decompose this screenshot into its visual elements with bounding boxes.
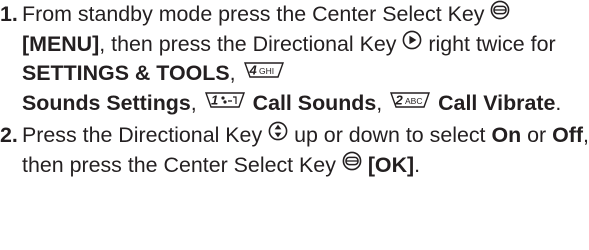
step-2: 2. Press the Directional Key up or down …	[0, 121, 589, 180]
step-text: From standby mode press the Center Selec…	[22, 2, 485, 26]
svg-text:ABC: ABC	[405, 96, 422, 106]
call-sounds-label: Call Sounds	[252, 90, 377, 115]
menu-label: [MENU]	[22, 31, 100, 56]
directional-up-down-icon	[268, 120, 288, 149]
step-text: , then press the Directional Key	[99, 31, 397, 56]
step-number: 1.	[0, 2, 18, 26]
key-4-ghi-icon: 4 GHI	[242, 58, 286, 87]
step-1: 1. From standby mode press the Center Se…	[0, 0, 589, 118]
key-1-voicemail-icon: 1	[203, 88, 247, 117]
center-select-key-icon	[490, 0, 510, 28]
svg-text:1: 1	[211, 92, 218, 107]
svg-text:2: 2	[395, 92, 404, 107]
punctuation: ,	[376, 90, 383, 115]
svg-text:4: 4	[248, 63, 257, 78]
step-text: or	[527, 123, 547, 148]
step-number: 2.	[0, 123, 18, 148]
punctuation: .	[555, 90, 562, 115]
punctuation: ,	[190, 90, 197, 115]
instruction-page: 1. From standby mode press the Center Se…	[0, 0, 589, 250]
directional-right-icon	[402, 29, 422, 58]
call-vibrate-label: Call Vibrate	[438, 90, 556, 115]
on-option-label: On	[491, 123, 522, 148]
step-text: Press the Directional Key	[22, 123, 263, 148]
ok-label: [OK]	[367, 152, 415, 177]
key-2-abc-icon: 2 ABC	[388, 88, 432, 117]
punctuation: .	[414, 152, 421, 177]
step-text: right twice for	[428, 31, 556, 56]
svg-text:GHI: GHI	[259, 66, 274, 76]
step-text: up or down to select	[294, 123, 486, 148]
off-option-label: Off	[552, 123, 584, 148]
punctuation: ,	[229, 61, 236, 86]
center-select-key-icon	[342, 150, 362, 179]
sounds-settings-label: Sounds Settings	[22, 90, 191, 115]
settings-tools-label: SETTINGS & TOOLS	[22, 61, 230, 86]
